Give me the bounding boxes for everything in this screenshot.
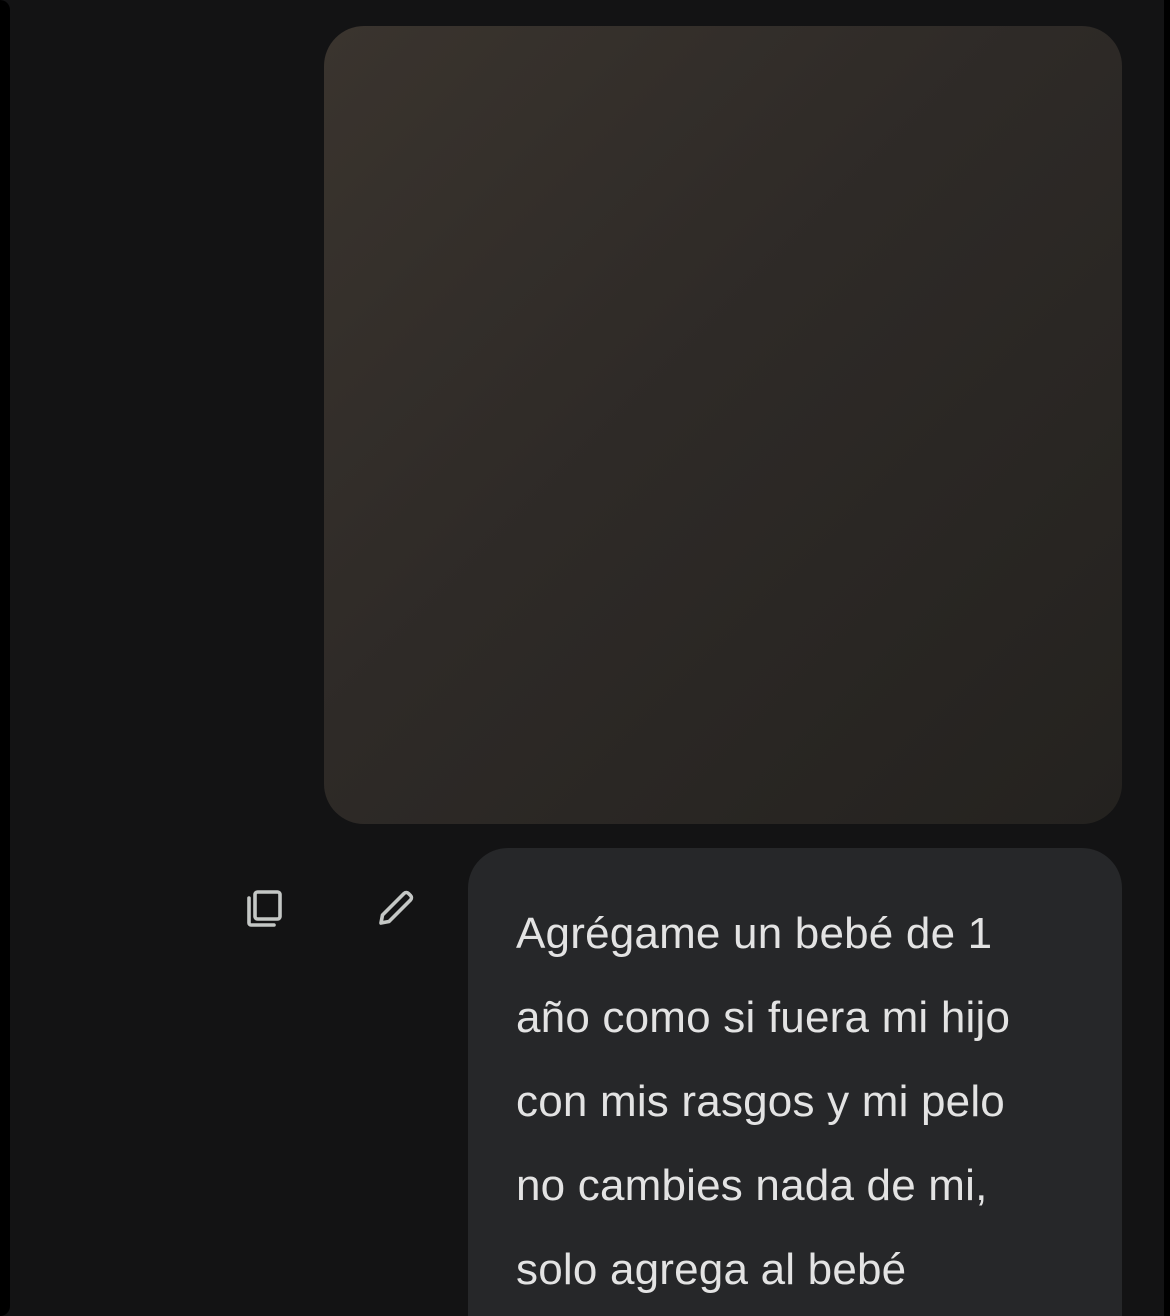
message-line-1: Agrégame un bebé de 1 <box>516 909 993 958</box>
user-text-message[interactable]: Agrégame un bebé de 1 año como si fuera … <box>468 848 1122 1316</box>
user-image-message[interactable] <box>324 26 1122 824</box>
message-line-4: no cambies nada de mi, <box>516 1161 988 1210</box>
message-line-3: con mis rasgos y mi pelo <box>516 1077 1005 1126</box>
right-edge <box>1164 0 1170 1316</box>
chat-screen: Agrégame un bebé de 1 año como si fuera … <box>0 0 1170 1316</box>
attached-photo[interactable] <box>324 26 1122 824</box>
copy-icon[interactable] <box>236 880 292 936</box>
edit-pencil-icon[interactable] <box>368 880 424 936</box>
message-line-5: solo agrega al bebé <box>516 1245 907 1294</box>
message-actions <box>236 880 426 940</box>
left-edge <box>0 0 10 1316</box>
message-line-2: año como si fuera mi hijo <box>516 993 1011 1042</box>
